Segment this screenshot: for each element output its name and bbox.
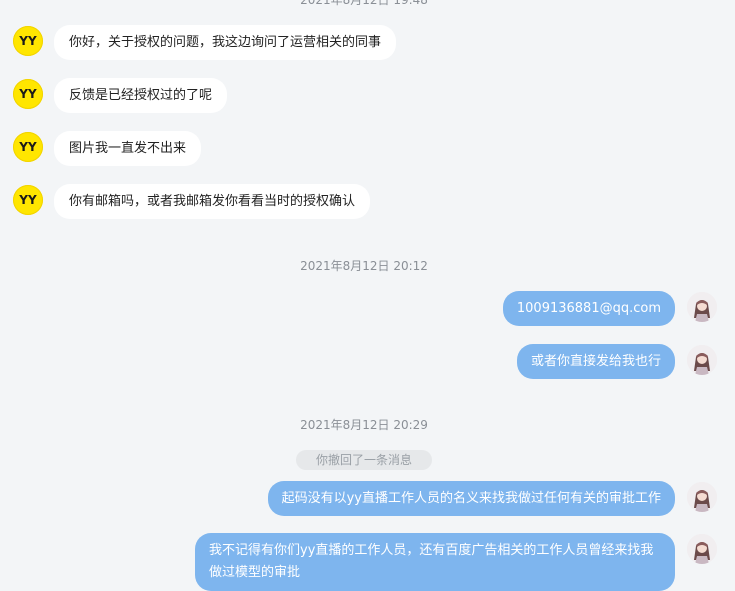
incoming-message[interactable]: 你有邮箱吗，或者我邮箱发你看看当时的授权确认	[54, 184, 371, 219]
timestamp: 2021年8月12日 19:48	[300, 0, 428, 7]
chat-area: 2021年8月12日 19:48 YY 你好，关于授权的问题，我这边询问了运营相…	[0, 0, 735, 591]
outgoing-message[interactable]: 或者你直接发给我也行	[516, 344, 675, 379]
incoming-message[interactable]: 你好，关于授权的问题，我这边询问了运营相关的同事	[54, 25, 397, 60]
recall-notice: 你撤回了一条消息	[296, 450, 432, 470]
yy-avatar-icon[interactable]: YY	[13, 26, 43, 56]
my-avatar-icon[interactable]	[687, 292, 717, 322]
outgoing-message[interactable]: 我不记得有你们yy直播的工作人员，还有百度广告相关的工作人员曾经来找我做过模型的…	[195, 533, 675, 591]
yy-avatar-icon[interactable]: YY	[13, 132, 43, 162]
outgoing-message[interactable]: 起码没有以yy直播工作人员的名义来找我做过任何有关的审批工作	[267, 481, 675, 516]
timestamp: 2021年8月12日 20:29	[300, 418, 428, 432]
yy-avatar-icon[interactable]: YY	[13, 79, 43, 109]
my-avatar-icon[interactable]	[687, 534, 717, 564]
incoming-message[interactable]: 图片我一直发不出来	[54, 131, 202, 166]
yy-avatar-icon[interactable]: YY	[13, 185, 43, 215]
incoming-message[interactable]: 反馈是已经授权过的了呢	[54, 78, 228, 113]
my-avatar-icon[interactable]	[687, 482, 717, 512]
outgoing-message[interactable]: 1009136881@qq.com	[502, 291, 675, 326]
timestamp: 2021年8月12日 20:12	[300, 259, 428, 273]
my-avatar-icon[interactable]	[687, 345, 717, 375]
